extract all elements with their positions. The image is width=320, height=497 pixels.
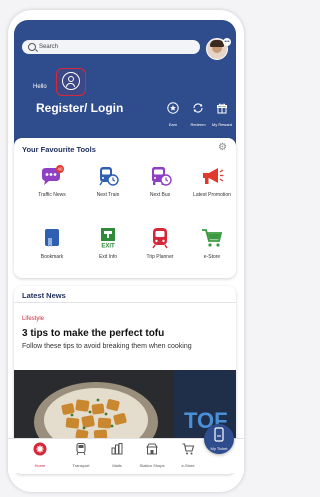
nav-label: Home	[34, 463, 46, 468]
gift-icon[interactable]	[216, 102, 228, 114]
my-reward-label[interactable]: My Reward	[210, 122, 234, 127]
tool-traffic-news[interactable]: 40 Traffic News	[26, 164, 78, 198]
tool-latest-promotion[interactable]: Latest Promotion	[186, 164, 238, 198]
cart-icon	[182, 443, 195, 455]
star-icon[interactable]	[167, 102, 179, 114]
home-logo-icon	[33, 442, 47, 456]
train-front-icon	[152, 228, 168, 249]
my-ticket-button[interactable]: My Ticket	[204, 424, 234, 454]
nav-label: Malls	[112, 463, 122, 468]
register-login-link[interactable]: Register/ Login	[36, 101, 123, 115]
tool-trip-planner[interactable]: Trip Planner	[134, 226, 186, 260]
tool-next-bus[interactable]: Next Bus	[134, 164, 186, 198]
bookmark-icon	[45, 229, 59, 247]
train-clock-icon	[99, 167, 119, 186]
nav-malls[interactable]: Malls	[99, 442, 135, 468]
exit-icon: EXIT	[101, 228, 115, 250]
tool-label: e-Store	[203, 254, 221, 260]
nav-label: Transport	[72, 463, 90, 468]
search-placeholder: Search	[39, 44, 59, 50]
chat-bubble-icon: 40	[42, 165, 64, 185]
news-headline[interactable]: 3 tips to make the perfect tofu	[22, 328, 222, 339]
tool-exit-info[interactable]: EXIT Exit Info	[82, 226, 134, 260]
svg-text:40: 40	[58, 167, 63, 172]
greeting-text: Hello	[33, 84, 47, 90]
my-ticket-label: My Ticket	[210, 446, 228, 451]
malls-icon	[111, 443, 123, 455]
tool-label: Latest Promotion	[193, 192, 231, 198]
tool-bookmark[interactable]: Bookmark	[26, 226, 78, 260]
news-category[interactable]: Lifestyle	[22, 316, 44, 322]
tool-label: Trip Planner	[146, 254, 174, 260]
bus-clock-icon	[152, 167, 172, 186]
news-title: Latest News	[22, 291, 66, 300]
redeem-icon[interactable]	[192, 102, 204, 114]
gear-icon[interactable]: ⚙	[218, 142, 227, 153]
earn-label[interactable]: Earn	[161, 122, 185, 127]
nav-station-shops[interactable]: Station Shops	[134, 442, 170, 468]
nav-e-store[interactable]: e-Store	[170, 442, 206, 468]
news-description: Follow these tips to avoid breaking them…	[22, 343, 192, 350]
nav-transport[interactable]: Transport	[63, 442, 99, 468]
tool-label: Next Bus	[149, 192, 171, 198]
tool-next-train[interactable]: Next Train	[82, 164, 134, 198]
tool-label: Bookmark	[40, 254, 64, 260]
tool-label: Next Train	[96, 192, 120, 198]
megaphone-icon	[203, 168, 224, 184]
transport-icon	[76, 442, 86, 456]
nav-label: Station Shops	[139, 463, 165, 468]
chat-badge-icon[interactable]: •••	[223, 38, 231, 46]
profile-icon[interactable]	[62, 72, 80, 90]
tool-label: Traffic News	[38, 192, 66, 198]
shopping-cart-icon	[202, 229, 223, 247]
tools-title: Your Favourite Tools	[22, 145, 96, 154]
tool-e-store[interactable]: e-Store	[186, 226, 238, 260]
search-input[interactable]: Search	[22, 40, 200, 54]
news-image[interactable]: TOF	[14, 370, 236, 448]
nav-home[interactable]: Home	[22, 442, 58, 468]
search-icon	[28, 43, 36, 51]
redeem-label[interactable]: Redeem	[186, 122, 210, 127]
ticket-icon	[214, 427, 224, 442]
tool-label: Exit Info	[98, 254, 118, 260]
svg-text:EXIT: EXIT	[101, 244, 115, 250]
nav-label: e-Store	[181, 463, 195, 468]
station-shops-icon	[146, 443, 158, 455]
